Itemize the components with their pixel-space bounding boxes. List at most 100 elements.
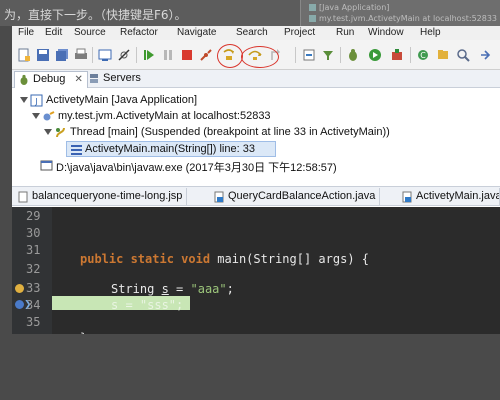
- menu-project[interactable]: Project: [284, 27, 315, 38]
- java-file-icon: [401, 191, 413, 203]
- java-file-icon: [213, 191, 225, 203]
- vm-icon: [309, 15, 316, 22]
- toolbar-separator: [340, 47, 341, 63]
- toolbar-separator: [295, 47, 296, 63]
- search-icon[interactable]: [456, 48, 470, 62]
- tree-item-stack-frame[interactable]: ActivetyMain.main(String[]) line: 33: [66, 141, 276, 157]
- tree-item-label: ActivetyMain.main(String[]) line: 33: [85, 143, 255, 155]
- menu-run[interactable]: Run: [336, 27, 354, 38]
- menu-refactor[interactable]: Refactor: [120, 27, 158, 38]
- console-icon[interactable]: [98, 48, 112, 62]
- svg-text:C: C: [420, 51, 426, 60]
- expand-arrow-icon[interactable]: [32, 113, 40, 119]
- resume-icon[interactable]: [142, 48, 156, 62]
- menu-bar: File Edit Source Refactor Navigate Searc…: [12, 26, 500, 40]
- new-java-class-icon[interactable]: C: [416, 48, 430, 62]
- toolbar-separator: [92, 47, 93, 63]
- line-number: 35: [26, 315, 41, 329]
- save-all-icon[interactable]: [55, 48, 69, 62]
- eclipse-window: File Edit Source Refactor Navigate Searc…: [12, 26, 500, 334]
- line-number: 33: [26, 281, 41, 295]
- editor-tab-activety-main[interactable]: ActivetyMain.java: [398, 188, 500, 206]
- tree-item-label: Thread [main] (Suspended (breakpoint at …: [70, 126, 390, 138]
- tree-item-label: D:\java\java\bin\javaw.exe (2017年3月30日 下…: [56, 162, 337, 174]
- menu-search[interactable]: Search: [236, 27, 268, 38]
- code-line-32[interactable]: String s = "aaa";: [111, 282, 234, 296]
- run-launch-icon[interactable]: [368, 48, 382, 62]
- line-number: 29: [26, 209, 41, 223]
- tab-servers[interactable]: Servers: [85, 71, 145, 88]
- editor-tabbar: balancequeryone-time-long.jsp QueryCardB…: [12, 186, 500, 206]
- tree-item-label: ActivetyMain [Java Application]: [46, 94, 198, 106]
- save-icon[interactable]: [36, 48, 50, 62]
- code-line-30[interactable]: public static void main(String[] args) {: [80, 252, 369, 266]
- popup-row-label: [Java Application]: [319, 3, 390, 12]
- drop-to-frame-icon[interactable]: [302, 48, 316, 62]
- new-icon[interactable]: [17, 48, 31, 62]
- java-app-icon: [309, 4, 316, 11]
- menu-source[interactable]: Source: [74, 27, 106, 38]
- debug-tree: J ActivetyMain [Java Application] my.tes…: [12, 88, 500, 183]
- menu-window[interactable]: Window: [368, 27, 404, 38]
- disconnect-icon[interactable]: [199, 48, 213, 62]
- breakpoint-marker-icon[interactable]: [15, 300, 24, 309]
- tree-item-label: my.test.jvm.ActivetyMain at localhost:52…: [58, 110, 271, 122]
- line-number: 32: [26, 262, 41, 276]
- menu-edit[interactable]: Edit: [45, 27, 62, 38]
- editor-tab-jsp[interactable]: balancequeryone-time-long.jsp: [14, 188, 188, 206]
- debug-launch-icon[interactable]: [346, 48, 360, 62]
- outline-popup: [Java Application] my.test.jvm.ActivetyM…: [300, 0, 500, 26]
- suspend-icon[interactable]: [161, 48, 175, 62]
- tab-debug[interactable]: Debug ✕: [14, 71, 88, 88]
- jsp-file-icon: [17, 191, 29, 203]
- editor-tab-label: QueryCardBalanceAction.java: [228, 190, 376, 202]
- menu-navigate[interactable]: Navigate: [177, 27, 216, 38]
- debug-view-tabbar: Debug ✕ Servers: [12, 70, 500, 88]
- expand-arrow-icon[interactable]: [20, 97, 28, 103]
- article-caption: 为，直接下一步。（快捷键是F6）。: [4, 8, 187, 22]
- use-step-filters-icon[interactable]: [321, 48, 335, 62]
- code-text: main(String[] args) {: [210, 252, 369, 266]
- external-tools-icon[interactable]: [390, 48, 404, 62]
- popup-row: [Java Application]: [309, 3, 389, 12]
- code-text: =: [168, 282, 191, 296]
- tab-servers-label: Servers: [103, 72, 141, 84]
- code-line-33[interactable]: s = "sss";: [111, 298, 183, 312]
- code-string: "aaa": [190, 282, 227, 296]
- popup-row: my.test.jvm.ActivetyMain at localhost:52…: [309, 14, 497, 23]
- editor-tab-label: ActivetyMain.java: [416, 190, 500, 202]
- tab-debug-label: Debug: [33, 73, 66, 85]
- skip-breakpoints-icon[interactable]: [117, 48, 131, 62]
- svg-text:J: J: [34, 97, 37, 106]
- line-number: 34: [26, 298, 41, 312]
- debug-icon: [18, 74, 30, 86]
- code-editor[interactable]: ❯ 29 30 31 32 33 34 35 36 public static …: [12, 207, 500, 334]
- print-icon[interactable]: [74, 48, 88, 62]
- next-annotation-icon[interactable]: [478, 48, 492, 62]
- code-keyword: public static void: [80, 252, 211, 266]
- open-type-icon[interactable]: [436, 48, 450, 62]
- code-text: String: [111, 282, 162, 296]
- bookmark-marker-icon[interactable]: [15, 284, 24, 293]
- java-app-icon: J: [30, 94, 43, 107]
- toolbar-separator: [410, 47, 411, 63]
- close-icon[interactable]: ✕: [74, 74, 82, 85]
- editor-tab-label: balancequeryone-time-long.jsp: [32, 190, 183, 202]
- page-bottom-background: [0, 334, 500, 400]
- editor-tab-query-card[interactable]: QueryCardBalanceAction.java: [210, 188, 381, 206]
- line-number: 31: [26, 243, 41, 257]
- annotation-circle-1: [241, 46, 279, 68]
- thread-icon: [54, 126, 67, 139]
- line-number: 30: [26, 226, 41, 240]
- menu-file[interactable]: File: [18, 27, 34, 38]
- code-text: ;: [226, 282, 234, 296]
- toolbar-separator: [136, 47, 137, 63]
- menu-help[interactable]: Help: [420, 27, 441, 38]
- stack-frame-icon: [70, 143, 83, 156]
- servers-icon: [88, 73, 100, 85]
- vm-icon: [42, 110, 55, 123]
- expand-arrow-icon[interactable]: [44, 129, 52, 135]
- process-icon: [40, 159, 53, 172]
- terminate-icon[interactable]: [180, 48, 194, 62]
- popup-row-label: my.test.jvm.ActivetyMain at localhost:52…: [319, 14, 498, 23]
